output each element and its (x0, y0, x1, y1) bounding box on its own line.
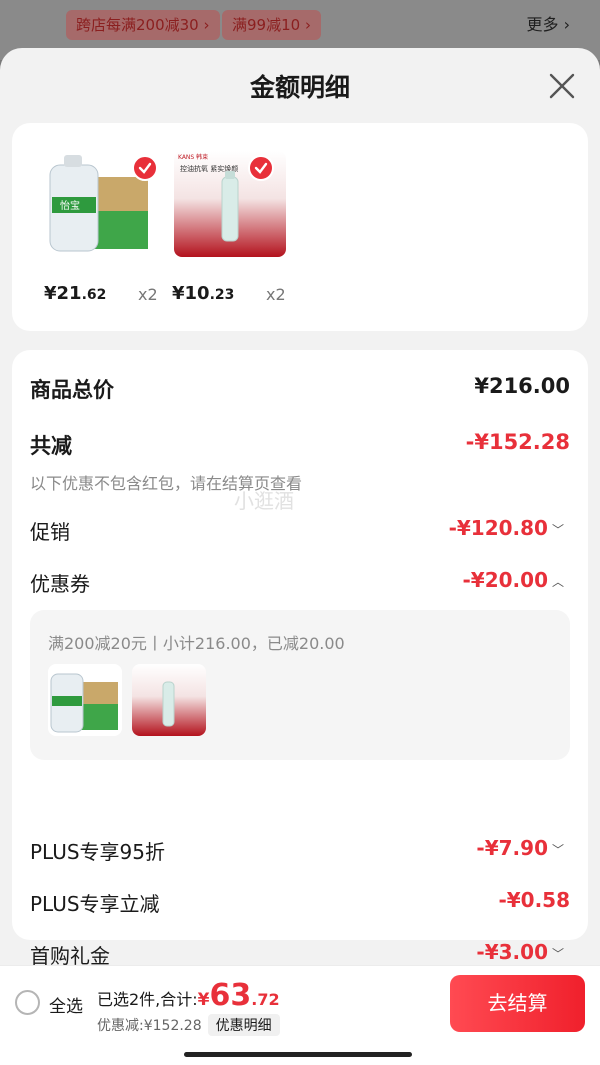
product-quantity: x2 (266, 285, 286, 304)
coupon-product-thumb-serum (132, 664, 206, 736)
product-price: ¥10.23 (172, 283, 235, 304)
home-indicator (184, 1052, 412, 1057)
price-detail-card: 商品总价 ¥216.00 共减 -¥152.28 以下优惠不包含红包，请在结算页… (12, 350, 588, 968)
chevron-down-icon: ﹀ (551, 947, 564, 961)
sheet-title: 金额明细 (249, 73, 350, 102)
discount-detail-button[interactable]: 优惠明细 (207, 1014, 280, 1036)
checkmark-icon (132, 155, 158, 181)
chevron-down-icon: ﹀ (551, 523, 564, 537)
amount-detail-sheet: 金额明细 怡宝 ¥21.62 x2 KANS 韩束 控油抗氧 紧实焕颜 ¥10.… (0, 48, 600, 1065)
product-price: ¥21.62 (44, 283, 107, 304)
product-image-water: 怡宝 (46, 151, 158, 257)
close-icon[interactable] (546, 70, 578, 102)
coupon-detail-box: 满200减20元丨小计216.00，已减20.00 (30, 610, 570, 760)
promo-pill-99: 满99减10 › (222, 10, 321, 40)
total-price-label: 商品总价 (30, 378, 114, 402)
coupon-product-thumb-water (48, 664, 122, 736)
total-integer: 63 (209, 978, 252, 1013)
discount-value: -¥3.00 ﹀ (476, 940, 564, 964)
order-total-summary: 已选2件,合计:¥63.72 (97, 978, 280, 1013)
discount-value: -¥7.90 ﹀ (476, 836, 564, 860)
total-reduction-label: 共减 (30, 434, 72, 458)
serum-brand-text: KANS 韩束 (178, 153, 208, 161)
total-price-value: ¥216.00 (474, 374, 570, 398)
product-quantity: x2 (138, 285, 158, 304)
checkout-button[interactable]: 去结算 (450, 975, 585, 1032)
product-item-water[interactable]: 怡宝 ¥21.62 x2 (44, 151, 166, 304)
discount-label: 促销 (30, 520, 70, 544)
promo-pill-cross-store: 跨店每满200减30 › (66, 10, 220, 40)
product-image-serum: KANS 韩束 控油抗氧 紧实焕颜 (174, 151, 286, 257)
chevron-down-icon: ﹀ (551, 843, 564, 857)
discount-label: PLUS专享95折 (30, 840, 165, 864)
water-brand-text: 怡宝 (60, 199, 80, 212)
discount-value: -¥120.80 ﹀ (448, 516, 564, 540)
discount-summary: 优惠减:¥152.28 优惠明细 (97, 1014, 280, 1036)
discount-summary-text: 优惠减:¥152.28 (97, 1018, 202, 1034)
checkmark-icon (248, 155, 274, 181)
checkout-bar: 全选 已选2件,合计:¥63.72 优惠减:¥152.28 优惠明细 去结算 (0, 965, 600, 1065)
product-item-serum[interactable]: KANS 韩束 控油抗氧 紧实焕颜 ¥10.23 x2 (172, 151, 294, 304)
coupon-description: 满200减20元丨小计216.00，已减20.00 (48, 634, 345, 653)
selected-products-card: 怡宝 ¥21.62 x2 KANS 韩束 控油抗氧 紧实焕颜 ¥10.23 x2 (12, 123, 588, 331)
discount-value: -¥0.58 (498, 888, 570, 912)
discount-label: PLUS专享立减 (30, 892, 160, 916)
total-reduction-value: -¥152.28 (465, 430, 570, 454)
selected-count-label: 已选2件,合计: (97, 990, 198, 1009)
watermark-text: 小逛酒 (234, 489, 294, 513)
discount-value: -¥20.00 ︿ (462, 568, 565, 592)
discount-label: 优惠券 (30, 572, 90, 596)
total-decimal: .72 (251, 990, 280, 1009)
more-link: 更多 › (526, 15, 571, 34)
select-all-radio[interactable] (15, 990, 40, 1015)
select-all-label[interactable]: 全选 (49, 992, 83, 1017)
chevron-up-icon: ︿ (551, 575, 564, 589)
total-currency: ¥ (197, 990, 210, 1010)
